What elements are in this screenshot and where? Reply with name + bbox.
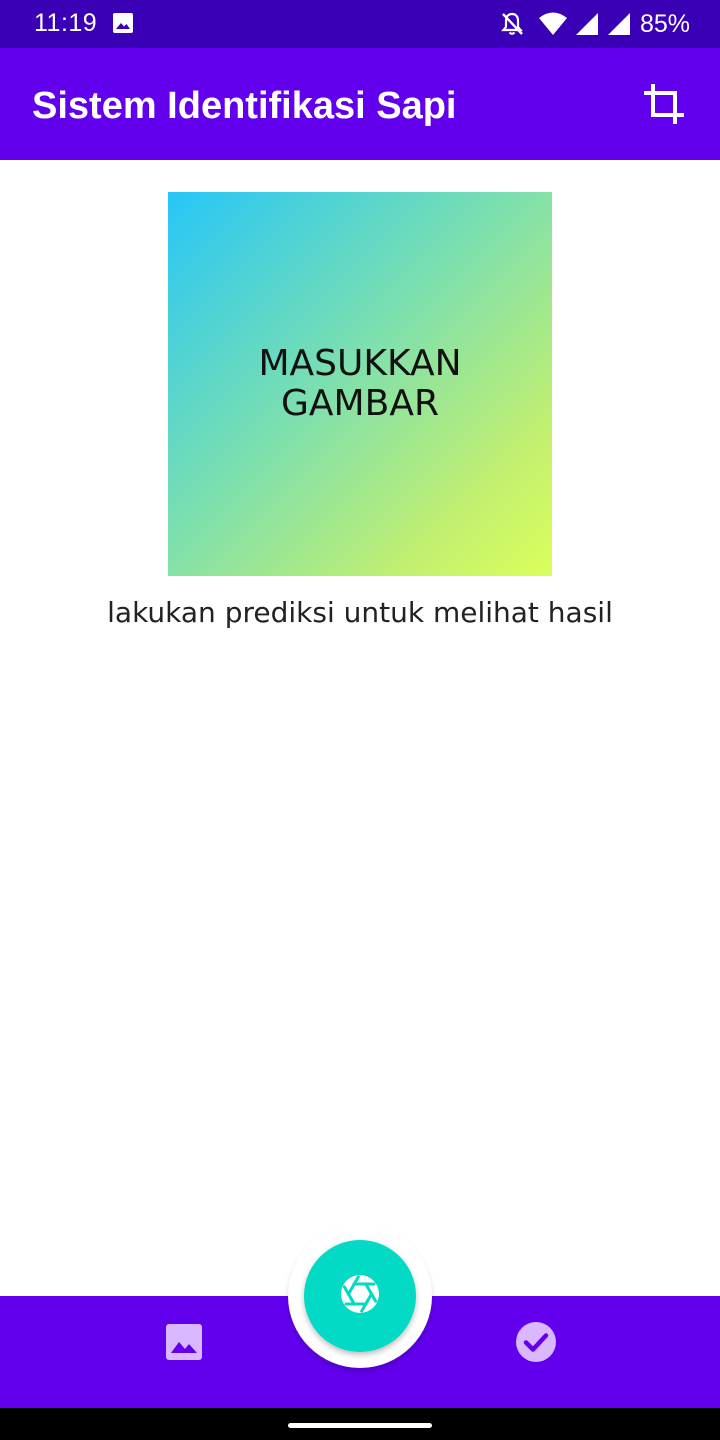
status-icons: 85%: [498, 8, 690, 40]
home-gesture-handle[interactable]: [288, 1423, 432, 1428]
camera-shutter-icon: [338, 1272, 382, 1321]
gallery-button[interactable]: [154, 1314, 214, 1374]
camera-capture-button[interactable]: [304, 1240, 416, 1352]
status-time: 11:19: [34, 9, 98, 37]
cell-signal-icon: [574, 11, 600, 37]
app-screen: 11:19 85% Sistem Identifikasi Sapi MASUK…: [0, 0, 720, 1440]
battery-level: 85%: [639, 9, 690, 38]
system-navigation-bar: [0, 1408, 720, 1440]
predict-button[interactable]: [506, 1314, 566, 1374]
gallery-icon: [165, 1323, 203, 1366]
result-text: lakukan prediksi untuk melihat hasil: [107, 596, 613, 629]
wifi-icon: [538, 11, 568, 37]
status-bar: 11:19 85%: [0, 0, 720, 48]
cell-signal-icon: [606, 11, 632, 37]
check-circle-icon: [515, 1321, 557, 1368]
app-bar: Sistem Identifikasi Sapi: [0, 48, 720, 160]
image-placeholder-text: MASUKKAN GAMBAR: [258, 343, 462, 424]
app-title: Sistem Identifikasi Sapi: [32, 85, 457, 127]
crop-button[interactable]: [628, 70, 700, 142]
crop-icon: [641, 81, 687, 132]
bell-off-icon: [498, 10, 526, 38]
image-preview[interactable]: MASUKKAN GAMBAR: [168, 192, 552, 576]
image-notification-icon: [112, 12, 134, 34]
